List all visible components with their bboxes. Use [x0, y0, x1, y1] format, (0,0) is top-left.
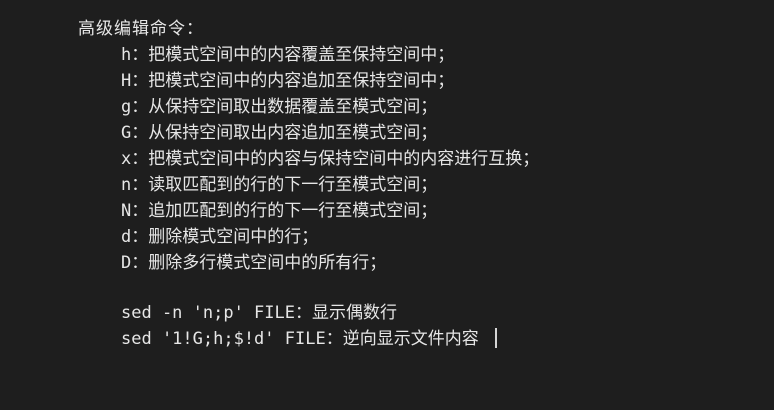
- example-reverse-text: sed '1!G;h;$!d' FILE：逆向显示文件内容: [121, 329, 479, 349]
- example-list: sed -n 'n;p' FILE：显示偶数行 sed '1!G;h;$!d' …: [121, 300, 497, 352]
- section-heading: 高级编辑命令：: [78, 19, 204, 39]
- command-N: N：追加匹配到的行的下一行至模式空间；: [121, 201, 438, 221]
- command-list: h：把模式空间中的内容覆盖至保持空间中； H：把模式空间中的内容追加至保持空间中…: [121, 42, 539, 276]
- terminal-window: 高级编辑命令： h：把模式空间中的内容覆盖至保持空间中； H：把模式空间中的内容…: [0, 0, 774, 410]
- command-G: G：从保持空间取出内容追加至模式空间；: [121, 123, 438, 143]
- command-D: D：删除多行模式空间中的所有行；: [121, 253, 387, 273]
- text-cursor-icon: [494, 328, 497, 348]
- command-g: g：从保持空间取出数据覆盖至模式空间；: [121, 97, 438, 117]
- command-n: n：读取匹配到的行的下一行至模式空间；: [121, 175, 438, 195]
- command-h: h：把模式空间中的内容覆盖至保持空间中；: [121, 45, 455, 65]
- example-even-lines: sed -n 'n;p' FILE：显示偶数行: [121, 303, 397, 323]
- command-d: d：删除模式空间中的行；: [121, 227, 319, 247]
- example-reverse-file: sed '1!G;h;$!d' FILE：逆向显示文件内容: [121, 326, 497, 352]
- command-H: H：把模式空间中的内容追加至保持空间中；: [121, 71, 455, 91]
- command-x: x：把模式空间中的内容与保持空间中的内容进行互换；: [121, 149, 540, 169]
